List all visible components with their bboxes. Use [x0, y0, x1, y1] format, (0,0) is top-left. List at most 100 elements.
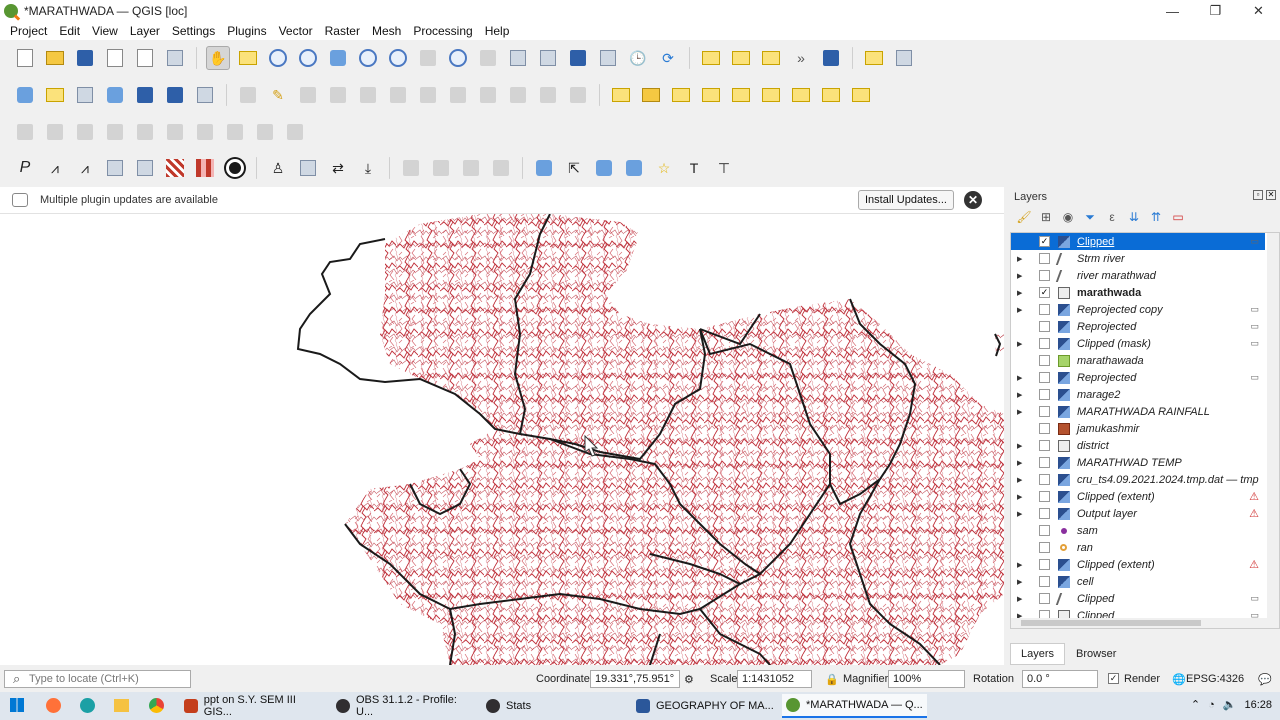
text-annotation-icon[interactable] [532, 156, 556, 180]
save-project-icon[interactable] [73, 46, 97, 70]
expand-arrow-icon[interactable]: ▶ [1017, 442, 1027, 450]
embedded-layer-indicator-icon[interactable]: ▭ [1250, 338, 1259, 349]
messages-icon[interactable]: 💬 [1258, 673, 1272, 686]
rotate-label-icon[interactable] [789, 83, 813, 107]
layer-row[interactable]: ▶ Reprojected copy ▭ [1011, 301, 1265, 318]
layer-visibility-checkbox[interactable] [1039, 440, 1050, 451]
crs-button[interactable]: EPSG:4326 [1186, 673, 1244, 685]
add-vector-layer-icon[interactable] [73, 83, 97, 107]
layer-row[interactable]: ▶ marage2 [1011, 386, 1265, 403]
map-canvas[interactable] [0, 214, 1004, 665]
layer-row[interactable]: ▶ Strm river [1011, 250, 1265, 267]
undo-icon[interactable] [536, 83, 560, 107]
remove-layer-icon[interactable]: ▭ [1170, 209, 1186, 225]
copy-features-icon[interactable] [476, 83, 500, 107]
expand-arrow-icon[interactable]: ▶ [1017, 510, 1027, 518]
taskbar-ppt[interactable]: ppt on S.Y. SEM III GIS... [180, 694, 325, 718]
layer-visibility-checkbox[interactable] [1039, 576, 1050, 587]
chrome-icon[interactable] [149, 698, 164, 713]
taskbar-stats[interactable]: Stats [482, 694, 622, 718]
expand-arrow-icon[interactable]: ▶ [1017, 255, 1027, 263]
label-tool-icon[interactable] [609, 83, 633, 107]
open-attribute-table-icon[interactable] [729, 46, 753, 70]
layer-visibility-checkbox[interactable]: ✓ [1039, 236, 1050, 247]
magnifier-field[interactable]: 100% [888, 670, 965, 688]
layer-row[interactable]: ▶ Clipped ▭ [1011, 590, 1265, 607]
manage-visibility-icon[interactable]: ◉ [1060, 209, 1076, 225]
raster-grid-icon[interactable] [193, 156, 217, 180]
network-icon[interactable]: ◔ [1208, 699, 1215, 711]
layer-row[interactable]: marathawada [1011, 352, 1265, 369]
clock[interactable]: 16:28 [1244, 699, 1272, 711]
pan-to-selection-icon[interactable] [236, 46, 260, 70]
layer-row[interactable]: ▶ ✓ marathwada [1011, 284, 1265, 301]
cut-features-icon[interactable] [446, 83, 470, 107]
layer-row[interactable]: ▶ MARATHWADA RAINFALL [1011, 403, 1265, 420]
new-bookmark-icon[interactable] [566, 46, 590, 70]
measure-line-icon[interactable] [103, 156, 127, 180]
add-part-icon[interactable] [163, 120, 187, 144]
layer-row[interactable]: jamukashmir [1011, 420, 1265, 437]
layer-visibility-checkbox[interactable] [1039, 355, 1050, 366]
marker-annotation-icon[interactable]: ☆ [652, 156, 676, 180]
zoom-out-icon[interactable] [296, 46, 320, 70]
elevation-profile-icon[interactable]: ⩘ [73, 156, 97, 180]
embedded-layer-indicator-icon[interactable]: ▭ [1250, 236, 1259, 247]
scale-field[interactable]: 1:1431052 [737, 670, 812, 688]
new-map-view-icon[interactable] [506, 46, 530, 70]
add-wfs-layer-icon[interactable] [193, 83, 217, 107]
help-icon[interactable] [819, 46, 843, 70]
tray-chevron-icon[interactable]: ⌃ [1191, 698, 1200, 711]
menu-view[interactable]: View [86, 24, 124, 38]
menu-settings[interactable]: Settings [166, 24, 221, 38]
show-bookmarks-icon[interactable] [596, 46, 620, 70]
layer-tree-horizontal-scrollbar[interactable] [1011, 618, 1269, 628]
expand-arrow-icon[interactable]: ▶ [1017, 459, 1027, 467]
circle-tool-icon[interactable] [223, 156, 247, 180]
raster-hatch-icon[interactable] [163, 156, 187, 180]
snapping-icon[interactable] [399, 156, 423, 180]
deselect-features-icon[interactable] [759, 46, 783, 70]
menu-vector[interactable]: Vector [273, 24, 319, 38]
menu-help[interactable]: Help [479, 24, 516, 38]
close-dock-icon[interactable]: ✕ [1266, 190, 1276, 200]
minimize-button[interactable]: — [1151, 0, 1194, 22]
layer-visibility-checkbox[interactable]: ✓ [1039, 287, 1050, 298]
print-layout-icon[interactable] [103, 46, 127, 70]
volume-icon[interactable]: 🔈 [1223, 698, 1237, 711]
add-wms-layer-icon[interactable] [163, 83, 187, 107]
pan-map-icon[interactable]: ✋ [206, 46, 230, 70]
layer-row[interactable]: ▶ cru_ts4.09.2021.2024.tmp.dat — tmp [1011, 471, 1265, 488]
zoom-full-icon[interactable] [326, 46, 350, 70]
open-project-icon[interactable] [43, 46, 67, 70]
layer-visibility-checkbox[interactable] [1039, 406, 1050, 417]
expand-all-icon[interactable]: ⇊ [1126, 209, 1142, 225]
layer-visibility-checkbox[interactable] [1039, 321, 1050, 332]
map-render[interactable] [0, 214, 1004, 665]
offset-curve-icon[interactable] [103, 120, 127, 144]
warning-indicator-icon[interactable]: ⚠ [1249, 558, 1259, 571]
georeferencer-icon[interactable]: P [13, 156, 37, 180]
layer-visibility-checkbox[interactable] [1039, 559, 1050, 570]
start-windows-icon[interactable] [10, 698, 24, 712]
scale-feature-icon[interactable] [73, 120, 97, 144]
restore-button[interactable]: ❐ [1194, 0, 1237, 22]
expand-arrow-icon[interactable]: ▶ [1017, 595, 1027, 603]
select-by-expression-icon[interactable] [296, 156, 320, 180]
file-explorer-icon[interactable] [114, 699, 129, 712]
zoom-to-layer-icon[interactable] [386, 46, 410, 70]
expand-arrow-icon[interactable]: ▶ [1017, 391, 1027, 399]
measure-area-icon[interactable] [133, 156, 157, 180]
embedded-layer-indicator-icon[interactable]: ▭ [1250, 321, 1259, 332]
layer-row[interactable]: ▶ Clipped (extent) ⚠ [1011, 556, 1265, 573]
diagram-options-icon[interactable] [639, 83, 663, 107]
embedded-layer-indicator-icon[interactable]: ▭ [1250, 593, 1259, 604]
close-notification-icon[interactable]: ✕ [964, 191, 982, 209]
temporal-controller-icon[interactable]: 🕒 [626, 46, 650, 70]
move-label-icon[interactable] [729, 83, 753, 107]
reshape-features-icon[interactable] [253, 120, 277, 144]
expand-arrow-icon[interactable]: ▶ [1017, 306, 1027, 314]
layer-visibility-checkbox[interactable] [1039, 253, 1050, 264]
data-source-manager-icon[interactable] [13, 83, 37, 107]
polygon-annotation-icon[interactable] [592, 156, 616, 180]
